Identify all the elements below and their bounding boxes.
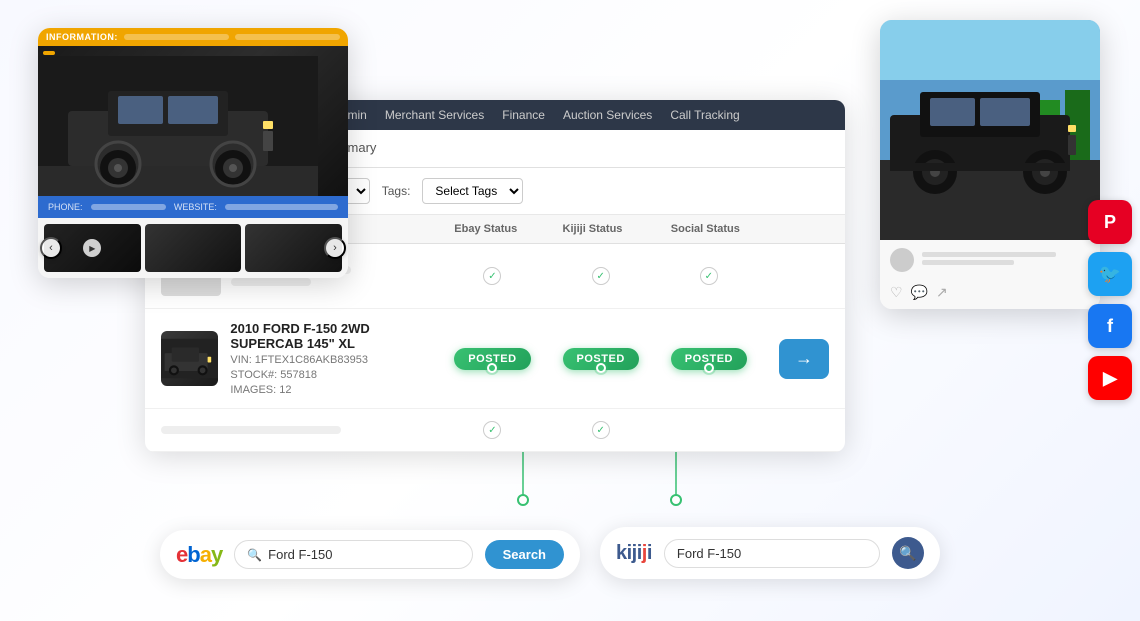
phone-line: [91, 204, 166, 210]
carousel-prev-button[interactable]: ‹: [40, 237, 62, 259]
col-kijiji: Kijiji Status: [547, 215, 655, 244]
website-label: WEBSITE:: [174, 202, 217, 212]
vehicle-main-image: [38, 46, 348, 196]
vehicle-vin: VIN: 1FTEX1C86AKB83953: [230, 354, 422, 366]
table-row-blur-2: [145, 409, 845, 452]
kijiji-search-input[interactable]: [677, 546, 757, 561]
kijiji-search-box: [664, 539, 880, 568]
vehicle-title: 2010 FORD F-150 2WD SUPERCAB 145" XL: [230, 321, 422, 351]
twitter-icon[interactable]: 🐦: [1088, 252, 1132, 296]
vehicle-info-text: 2010 FORD F-150 2WD SUPERCAB 145" XL VIN…: [230, 321, 422, 396]
ebay-search-icon: 🔍: [247, 548, 262, 562]
table-row: 2010 FORD F-150 2WD SUPERCAB 145" XL VIN…: [145, 309, 845, 409]
info-line-2: [235, 34, 340, 40]
ebay-logo: ebay: [176, 542, 222, 568]
view-detail-button[interactable]: →: [779, 339, 829, 379]
vehicle-row-info: 2010 FORD F-150 2WD SUPERCAB 145" XL VIN…: [161, 321, 422, 396]
vehicle-thumbnail: [161, 331, 218, 386]
play-icon: ▶: [83, 239, 101, 257]
kijiji-logo: kijiji: [616, 542, 652, 565]
nav-merchant[interactable]: Merchant Services: [385, 108, 484, 122]
like-icon: ♡: [890, 284, 903, 301]
nav-call[interactable]: Call Tracking: [670, 108, 739, 122]
vehicle-thumbnails: ▶: [38, 218, 348, 278]
social-status-dot: [704, 363, 714, 373]
nav-finance[interactable]: Finance: [502, 108, 545, 122]
right-card-lines: [922, 252, 1090, 268]
kijiji-search-bar: kijiji 🔍: [600, 527, 940, 579]
carousel-next-button[interactable]: ›: [324, 237, 346, 259]
website-line: [225, 204, 338, 210]
share-icon: ↗: [936, 284, 948, 301]
ebay-logo-y: y: [211, 542, 222, 567]
youtube-icon[interactable]: ▶: [1088, 356, 1132, 400]
social-status-wrapper: POSTED: [671, 348, 747, 370]
kijiji-search-button[interactable]: 🔍: [892, 537, 924, 569]
vehicle-card: INFORMATION:: [38, 28, 348, 278]
social-icons-panel: P 🐦 f ▶: [1088, 200, 1132, 400]
main-scene: INFORMATION:: [0, 0, 1140, 621]
kijiji-status-wrapper: POSTED: [563, 348, 639, 370]
ebay-search-bar: ebay 🔍 Search: [160, 530, 580, 579]
vehicle-stock: STOCK#: 557818: [230, 369, 422, 381]
info-line-1: [124, 34, 229, 40]
col-action: [763, 215, 845, 244]
vehicle-images: IMAGES: 12: [230, 384, 422, 396]
ebay-status-wrapper: POSTED: [454, 348, 530, 370]
phone-label: PHONE:: [48, 202, 83, 212]
phone-website-bar: PHONE: WEBSITE:: [38, 196, 348, 218]
right-card-avatar: [890, 248, 914, 272]
kijiji-logo-accent: j: [642, 542, 647, 564]
info-bar: INFORMATION:: [38, 28, 348, 46]
tags-select[interactable]: Select Tags: [422, 178, 523, 204]
ebay-logo-a: a: [200, 542, 211, 567]
tags-label: Tags:: [382, 184, 411, 198]
nav-auction[interactable]: Auction Services: [563, 108, 652, 122]
right-vehicle-image: [880, 20, 1100, 240]
ebay-search-input[interactable]: [268, 547, 358, 562]
thumbnail-2[interactable]: [145, 224, 242, 272]
right-card-actions: ♡ 💬 ↗: [880, 280, 1100, 309]
facebook-icon[interactable]: f: [1088, 304, 1132, 348]
pinterest-icon[interactable]: P: [1088, 200, 1132, 244]
ebay-search-button[interactable]: Search: [485, 540, 564, 569]
right-vehicle-card: ♡ 💬 ↗: [880, 20, 1100, 309]
comment-icon: 💬: [911, 284, 928, 301]
col-social: Social Status: [655, 215, 763, 244]
ebay-logo-b: b: [187, 542, 199, 567]
ebay-logo-e: e: [176, 542, 187, 567]
col-ebay: Ebay Status: [438, 215, 546, 244]
ebay-status-dot: [487, 363, 497, 373]
kijiji-status-dot: [596, 363, 606, 373]
right-card-footer: [880, 240, 1100, 280]
ebay-search-box: 🔍: [234, 540, 472, 569]
info-label: INFORMATION:: [46, 32, 118, 42]
